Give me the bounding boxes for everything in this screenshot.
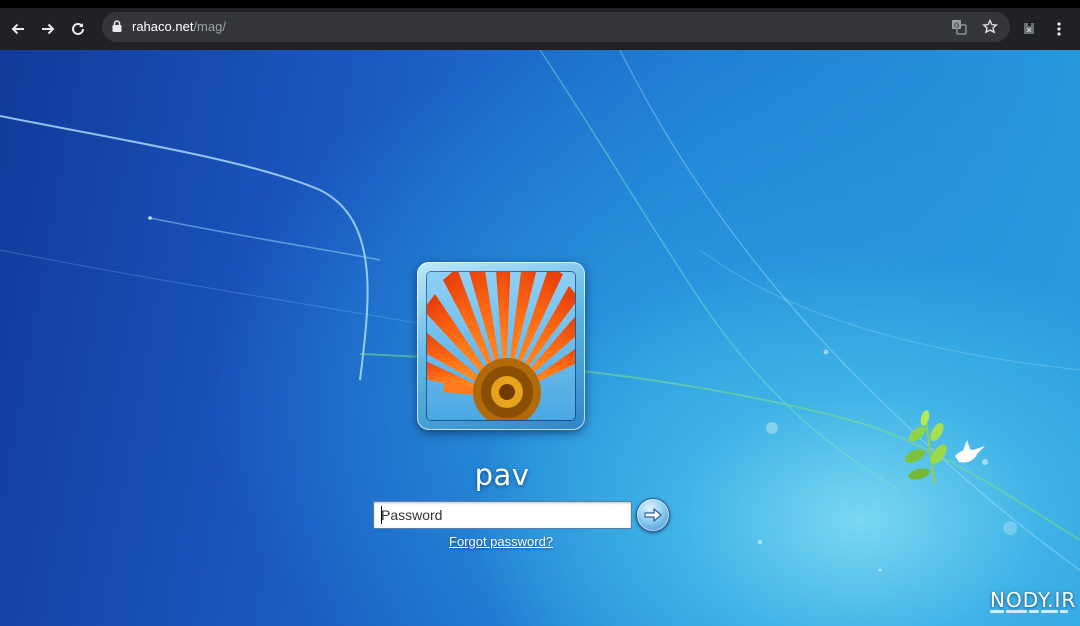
submit-login-button[interactable] [636,498,670,532]
login-screen-background: pav Forgot password? NODY.IR [0,50,1080,626]
url-text[interactable]: rahaco.net/mag/ [132,19,226,34]
url-path: /mag/ [193,19,226,34]
browser-menu-button[interactable] [1046,16,1072,42]
extension-icon [1024,23,1034,34]
forward-arrow-icon [42,23,55,35]
reload-icon [72,22,84,35]
address-bar[interactable]: rahaco.net/mag/ G [102,12,1010,42]
back-button[interactable] [5,16,31,42]
arrow-right-icon [644,508,662,522]
user-avatar-tile[interactable] [417,262,585,430]
dove-leaf-logo [904,410,985,485]
avatar [427,272,575,420]
watermark-text: NODY.IR [990,588,1077,612]
text-caret [381,506,382,524]
url-domain: rahaco.net [132,19,194,34]
reload-button[interactable] [65,16,91,42]
password-input[interactable] [373,501,632,529]
browser-toolbar: rahaco.net/mag/ G [0,0,1080,50]
watermark-tagline [990,610,1068,616]
svg-text:G: G [954,22,959,30]
forgot-password-link[interactable]: Forgot password? [449,534,553,549]
forward-button[interactable] [35,16,61,42]
orange-flower-avatar [427,272,575,420]
translate-icon: G [952,20,967,35]
back-arrow-icon [11,23,24,35]
translate-button[interactable]: G [950,18,968,36]
menu-dots-icon [1057,22,1061,36]
star-icon [982,19,998,34]
extension-button[interactable] [1016,16,1042,42]
lock-icon[interactable] [112,20,122,32]
bookmark-button[interactable] [981,18,999,36]
username-label: pav [474,458,530,492]
